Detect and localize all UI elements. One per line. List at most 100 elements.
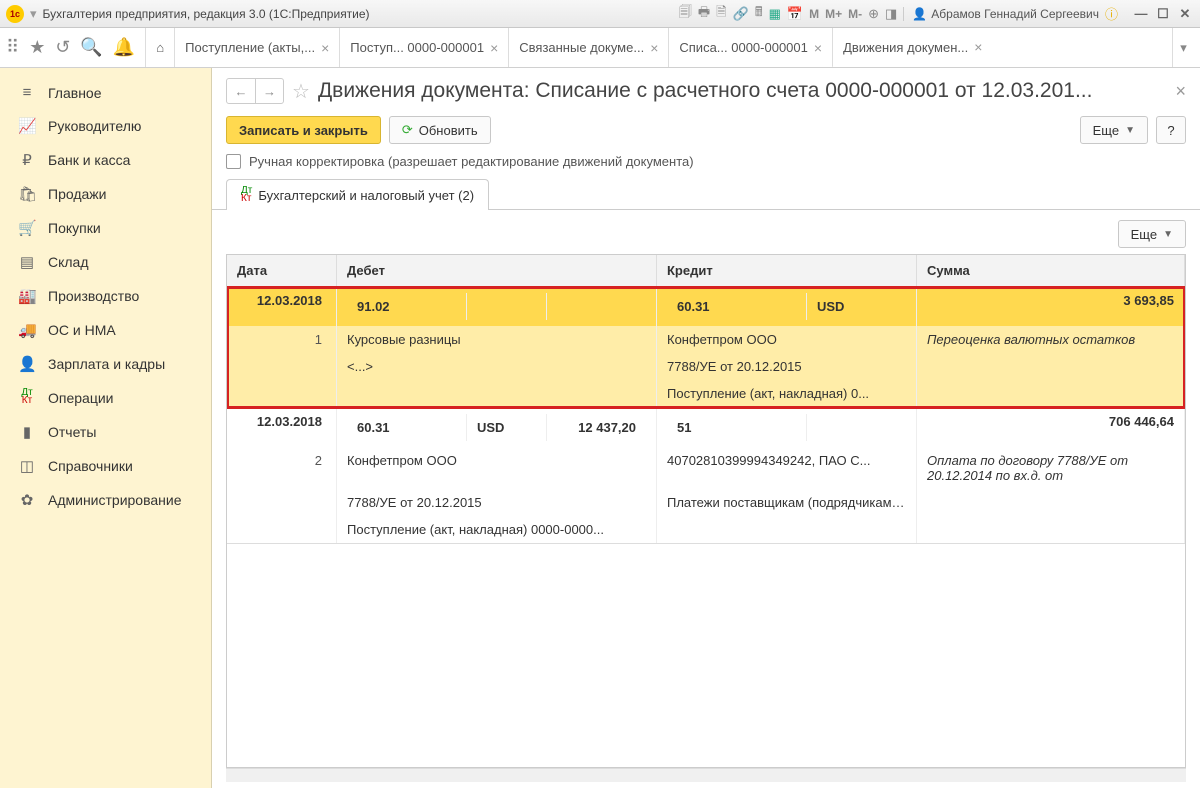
m-minus-button[interactable]: M- [848, 7, 862, 21]
forward-button[interactable]: → [255, 79, 283, 103]
grid-icon[interactable]: ▦ [769, 6, 781, 22]
manual-edit-checkbox-row[interactable]: Ручная корректировка (разрешает редактир… [212, 150, 1200, 179]
nav-icon: ◫ [18, 457, 36, 475]
panel-icon[interactable]: ◨ [885, 6, 897, 22]
nav-icon: ≡ [18, 84, 36, 101]
recent-dropdown-icon[interactable]: ▾ [30, 6, 37, 22]
checkbox-label: Ручная корректировка (разрешает редактир… [249, 154, 694, 169]
save-and-close-button[interactable]: Записать и закрыть [226, 116, 381, 144]
accounting-tab[interactable]: ДтКт Бухгалтерский и налоговый учет (2) [226, 179, 489, 210]
search-icon[interactable]: 🔍 [80, 37, 102, 58]
refresh-icon: ⟳ [402, 122, 413, 138]
tab-close-icon[interactable]: × [321, 40, 329, 56]
minimize-button[interactable]: — [1132, 6, 1150, 22]
nav-item-2[interactable]: ₽Банк и касса [0, 143, 211, 177]
nav-label: Продажи [48, 186, 106, 202]
m-plus-button[interactable]: M+ [825, 7, 842, 21]
col-date[interactable]: Дата [227, 255, 337, 286]
notifications-icon[interactable]: 🔔 [113, 37, 135, 58]
horizontal-scrollbar[interactable] [226, 768, 1186, 782]
more-button[interactable]: Еще▼ [1080, 116, 1148, 144]
calc-icon[interactable]: 🖩 [755, 3, 763, 25]
nav-label: Главное [48, 85, 102, 101]
zoom-icon[interactable]: ⊕ [868, 6, 879, 22]
info-icon[interactable]: ⓘ [1105, 4, 1118, 23]
copy-icon[interactable]: 🗎 [716, 3, 726, 25]
tab-4-active[interactable]: Движения докумен...× [832, 28, 992, 67]
nav-icon: 🛒 [18, 219, 36, 237]
col-sum[interactable]: Сумма [917, 255, 1185, 286]
calendar-icon[interactable]: 📅 [787, 6, 803, 22]
nav-item-10[interactable]: ▮Отчеты [0, 415, 211, 449]
nav-label: Руководителю [48, 118, 141, 134]
apps-icon[interactable]: ⠿ [6, 37, 19, 58]
document-tabs: ⌂ Поступление (акты,...× Поступ... 0000-… [145, 28, 1172, 67]
nav-icon: ДтКт [18, 389, 36, 407]
entry-row[interactable]: 12.03.201891.0260.31USD3 693,851Курсовые… [227, 287, 1185, 408]
link-icon[interactable]: 🔗 [733, 6, 749, 22]
nav-label: Производство [48, 288, 139, 304]
refresh-button[interactable]: ⟳Обновить [389, 116, 491, 144]
tab-close-icon[interactable]: × [814, 40, 822, 56]
tab-2[interactable]: Связанные докуме...× [508, 28, 668, 67]
window-close-button[interactable]: ✕ [1176, 6, 1194, 22]
page-title: Движения документа: Списание с расчетног… [318, 79, 1168, 103]
checkbox-icon[interactable] [226, 154, 241, 169]
nav-item-6[interactable]: 🏭 Производство [0, 279, 211, 313]
nav-icon: 🚚 [18, 321, 36, 339]
home-tab[interactable]: ⌂ [145, 28, 174, 67]
nav-label: Операции [48, 390, 114, 406]
app-title: Бухгалтерия предприятия, редакция 3.0 (1… [43, 7, 370, 21]
nav-item-11[interactable]: ◫Справочники [0, 449, 211, 483]
tab-close-icon[interactable]: × [974, 39, 982, 55]
nav-item-7[interactable]: 🚚 ОС и НМА [0, 313, 211, 347]
maximize-button[interactable]: ☐ [1154, 6, 1172, 22]
favorite-star-icon[interactable]: ☆ [292, 79, 310, 104]
tabs-overflow-button[interactable]: ▾ [1172, 28, 1194, 67]
main-toolbar: ⠿ ★ ↺ 🔍 🔔 ⌂ Поступление (акты,...× Посту… [0, 28, 1200, 68]
table-header: Дата Дебет Кредит Сумма [227, 255, 1185, 287]
print-icon[interactable]: 🖶 [698, 3, 710, 25]
nav-item-5[interactable]: ▤Склад [0, 245, 211, 279]
chevron-down-icon: ▼ [1125, 125, 1135, 136]
user-icon: 👤 [912, 7, 927, 21]
tab-close-icon[interactable]: × [490, 40, 498, 56]
chevron-down-icon: ▼ [1163, 229, 1173, 240]
nav-label: Администрирование [48, 492, 182, 508]
nav-item-12[interactable]: ✿ Администрирование [0, 483, 211, 517]
navigation-sidebar: ≡ Главное 📈 Руководителю ₽Банк и касса🛍Прода… [0, 68, 212, 788]
nav-item-3[interactable]: 🛍Продажи [0, 177, 211, 211]
nav-label: Зарплата и кадры [48, 356, 165, 372]
table-more-button[interactable]: Еще▼ [1118, 220, 1186, 248]
nav-icon: 👤 [18, 355, 36, 373]
favorites-icon[interactable]: ★ [29, 37, 45, 58]
nav-item-1[interactable]: 📈 Руководителю [0, 109, 211, 143]
page-close-button[interactable]: × [1175, 81, 1186, 102]
nav-icon: ✿ [18, 491, 36, 509]
entry-row[interactable]: 12.03.201860.31USD12 437,2051706 446,642… [227, 408, 1185, 544]
col-debit[interactable]: Дебет [337, 255, 657, 286]
tab-3[interactable]: Списа... 0000-000001× [668, 28, 832, 67]
help-button[interactable]: ? [1156, 116, 1186, 144]
nav-item-0[interactable]: ≡ Главное [0, 76, 211, 109]
nav-back-forward: ← → [226, 78, 284, 104]
back-button[interactable]: ← [227, 79, 255, 103]
user-info[interactable]: 👤 Абрамов Геннадий Сергеевич [903, 7, 1099, 21]
m-button[interactable]: M [809, 7, 819, 21]
nav-item-9[interactable]: ДтКт Операции [0, 381, 211, 415]
nav-item-8[interactable]: 👤 Зарплата и кадры [0, 347, 211, 381]
nav-item-4[interactable]: 🛒Покупки [0, 211, 211, 245]
nav-label: Склад [48, 254, 89, 270]
dtkt-icon: ДтКт [241, 187, 252, 203]
tab-1[interactable]: Поступ... 0000-000001× [339, 28, 508, 67]
nav-icon: 🏭 [18, 287, 36, 305]
home-icon: ⌂ [156, 40, 164, 55]
col-credit[interactable]: Кредит [657, 255, 917, 286]
nav-label: ОС и НМА [48, 322, 116, 338]
tab-0[interactable]: Поступление (акты,...× [174, 28, 339, 67]
history-icon[interactable]: ↺ [55, 37, 70, 58]
compare-icon[interactable]: 🗐 [679, 3, 692, 25]
nav-icon: 📈 [18, 117, 36, 135]
tab-close-icon[interactable]: × [650, 40, 658, 56]
title-icons: 🗐 🖶 🗎 🔗 🖩 ▦ 📅 M M+ M- ⊕ ◨ 👤 Абрамов Генн… [679, 3, 1118, 25]
